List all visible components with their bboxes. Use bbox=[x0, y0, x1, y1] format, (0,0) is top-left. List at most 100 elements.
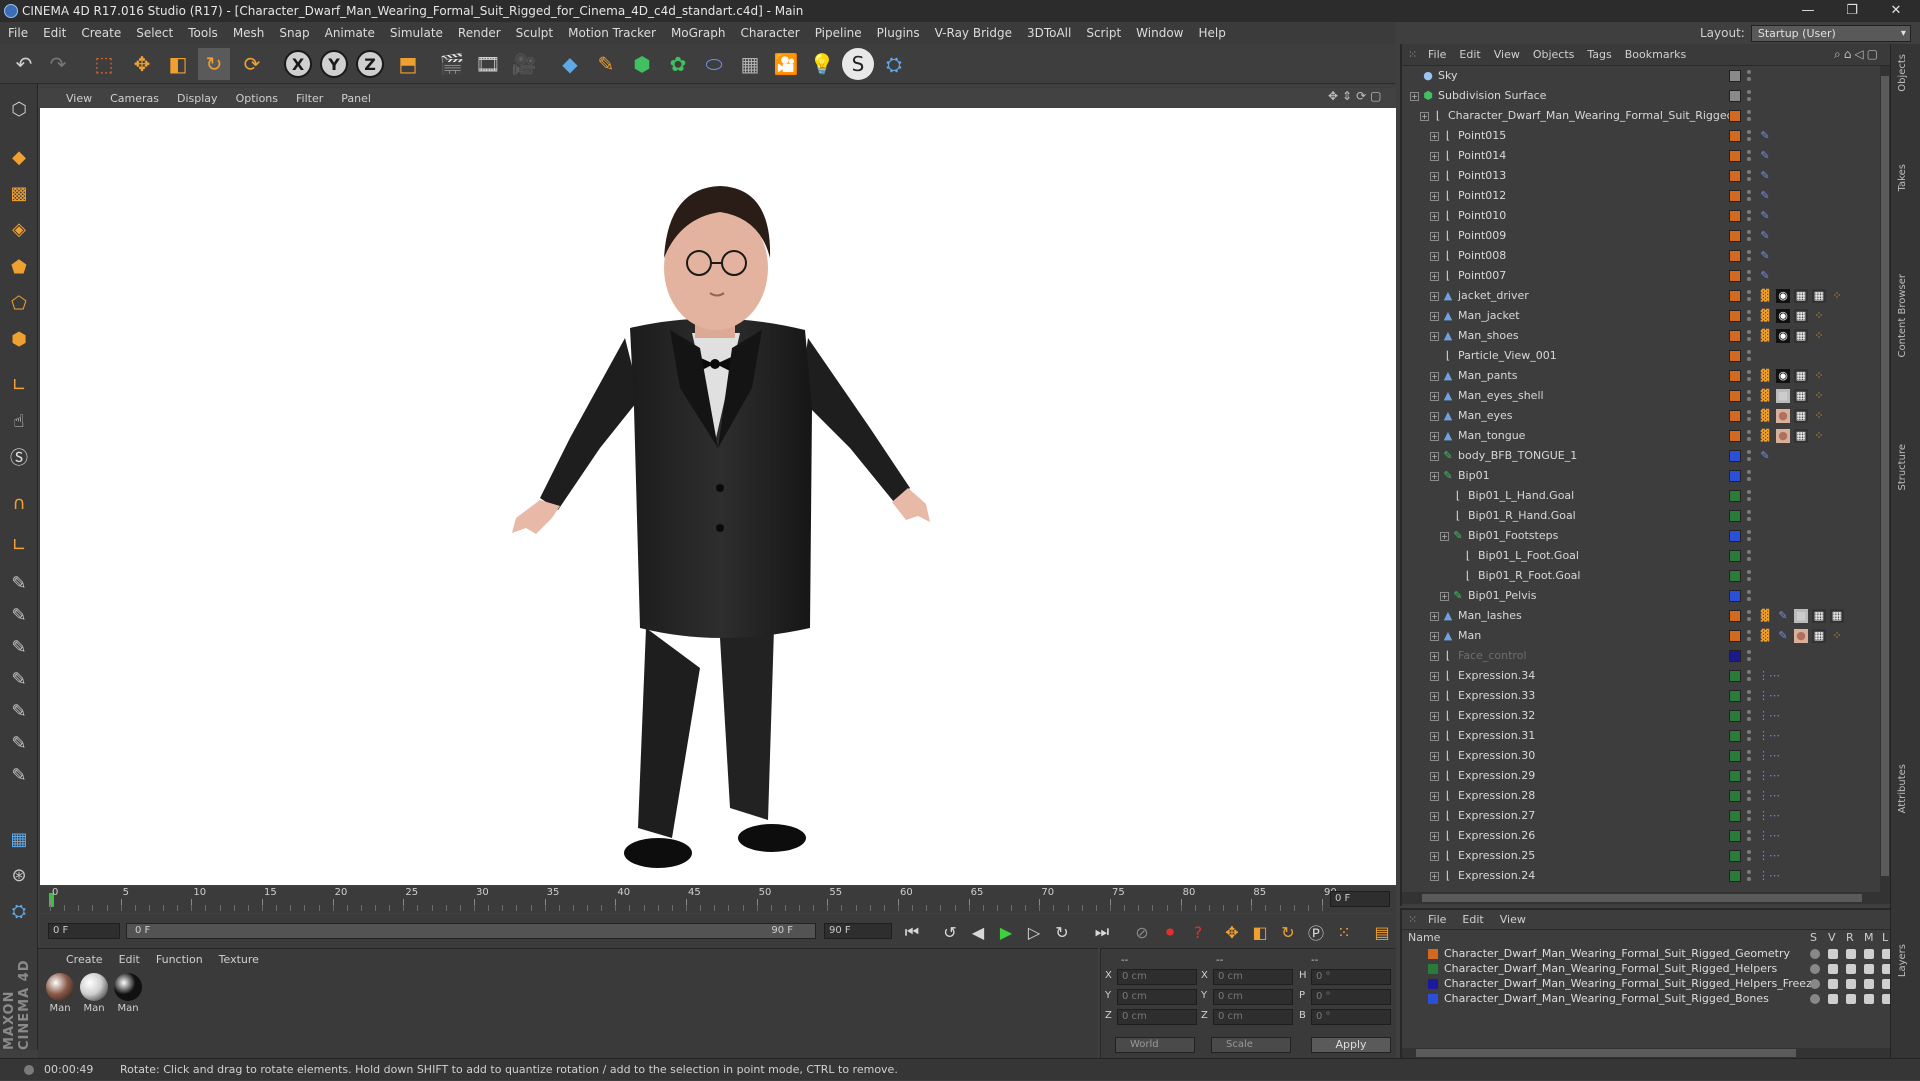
layer-color-icon[interactable] bbox=[1729, 150, 1741, 162]
object-row[interactable]: ● Sky bbox=[1402, 66, 1880, 86]
maximize-icon[interactable]: ❐ bbox=[1830, 0, 1874, 22]
tab-structure[interactable]: Structure bbox=[1897, 444, 1908, 491]
object-tag-icon[interactable]: ⋮⋯ bbox=[1758, 709, 1780, 723]
object-row[interactable]: + ▲ Man_jacket ▓ ◉ ▦ ⁘ bbox=[1402, 306, 1880, 326]
python-icon[interactable]: ⛭ bbox=[878, 48, 910, 80]
workplane-mode-icon[interactable]: ◈ bbox=[4, 214, 34, 244]
layer-color-icon[interactable] bbox=[1729, 590, 1741, 602]
sculpt-flatten-icon[interactable]: ✎ bbox=[4, 664, 34, 694]
object-menu-tags[interactable]: Tags bbox=[1587, 48, 1611, 61]
close-icon[interactable]: ✕ bbox=[1874, 0, 1918, 22]
object-tag-icon[interactable]: ✎ bbox=[1758, 229, 1772, 243]
menu-plugins[interactable]: Plugins bbox=[877, 26, 920, 40]
object-tag-icon[interactable]: ⁘ bbox=[1812, 309, 1826, 323]
object-name[interactable]: Expression.30 bbox=[1458, 746, 1535, 766]
layer-color-swatch[interactable] bbox=[1428, 949, 1438, 959]
coordinate-system-icon[interactable]: ⬒ bbox=[392, 48, 424, 80]
expand-toggle-icon[interactable]: + bbox=[1440, 592, 1449, 601]
cube-primitive-icon[interactable]: ◆ bbox=[554, 48, 586, 80]
layer-manager-icon[interactable] bbox=[1864, 964, 1874, 974]
layer-color-icon[interactable] bbox=[1729, 470, 1741, 482]
visibility-dots-icon[interactable] bbox=[1746, 409, 1752, 423]
object-row[interactable]: + ⌊ Point007 ✎ bbox=[1402, 266, 1880, 286]
layer-row[interactable]: Character_Dwarf_Man_Wearing_Formal_Suit_… bbox=[1406, 961, 1892, 976]
object-tag-icon[interactable]: ✎ bbox=[1758, 169, 1772, 183]
object-tag-icon[interactable]: ◉ bbox=[1776, 289, 1790, 303]
layer-color-icon[interactable] bbox=[1729, 270, 1741, 282]
visibility-dots-icon[interactable] bbox=[1746, 509, 1752, 523]
visibility-dots-icon[interactable] bbox=[1746, 369, 1752, 383]
object-name[interactable]: Character_Dwarf_Man_Wearing_Formal_Suit_… bbox=[1448, 106, 1734, 126]
visibility-dots-icon[interactable] bbox=[1746, 529, 1752, 543]
object-name[interactable]: Expression.24 bbox=[1458, 866, 1535, 886]
layer-color-icon[interactable] bbox=[1729, 230, 1741, 242]
undo-icon[interactable]: ↶ bbox=[8, 48, 40, 80]
layer-color-icon[interactable] bbox=[1729, 490, 1741, 502]
layer-color-icon[interactable] bbox=[1729, 310, 1741, 322]
snap-icon[interactable]: Ⓢ bbox=[4, 442, 34, 472]
layer-color-icon[interactable] bbox=[1729, 730, 1741, 742]
points-mode-icon[interactable]: ⬟ bbox=[4, 252, 34, 282]
object-row[interactable]: + ⌊ Expression.33 ⋮⋯ bbox=[1402, 686, 1880, 706]
autokey-icon[interactable]: ⏺ bbox=[1158, 920, 1182, 944]
expand-toggle-icon[interactable]: + bbox=[1430, 332, 1439, 341]
object-tag-icon[interactable]: ◉ bbox=[1776, 329, 1790, 343]
object-tag-icon[interactable]: ▦ bbox=[1812, 289, 1826, 303]
texture-mode-icon[interactable]: ▩ bbox=[4, 178, 34, 208]
layer-color-icon[interactable] bbox=[1729, 710, 1741, 722]
expand-toggle-icon[interactable]: + bbox=[1430, 232, 1439, 241]
edges-mode-icon[interactable]: ⬠ bbox=[4, 288, 34, 318]
previous-frame-icon[interactable]: ◀ bbox=[966, 920, 990, 944]
object-name[interactable]: Bip01_R_Foot.Goal bbox=[1478, 566, 1580, 586]
menu-file[interactable]: File bbox=[8, 26, 28, 40]
timeline-window-icon[interactable]: ▤ bbox=[1370, 920, 1394, 944]
object-row[interactable]: + ▲ Man_tongue ▓ ● ▦ ⁘ bbox=[1402, 426, 1880, 446]
layer-hscrollbar[interactable] bbox=[1402, 1048, 1890, 1058]
next-frame-icon[interactable]: ▷ bbox=[1022, 920, 1046, 944]
end-frame-field[interactable]: 90 F bbox=[824, 923, 892, 939]
coord-value-field[interactable]: 0 cm bbox=[1213, 969, 1293, 985]
spline-pen-icon[interactable]: ✎ bbox=[590, 48, 622, 80]
menu-animate[interactable]: Animate bbox=[325, 26, 375, 40]
layer-color-icon[interactable] bbox=[1729, 830, 1741, 842]
visibility-dots-icon[interactable] bbox=[1746, 389, 1752, 403]
object-tag-icon[interactable]: ✎ bbox=[1776, 629, 1790, 643]
key-position-icon[interactable]: ✥ bbox=[1220, 920, 1244, 944]
layer-color-icon[interactable] bbox=[1729, 90, 1741, 102]
visibility-dots-icon[interactable] bbox=[1746, 349, 1752, 363]
expand-toggle-icon[interactable]: + bbox=[1430, 652, 1439, 661]
visibility-dots-icon[interactable] bbox=[1746, 469, 1752, 483]
object-tag-icon[interactable]: ▓ bbox=[1758, 389, 1772, 403]
expand-toggle-icon[interactable]: + bbox=[1440, 532, 1449, 541]
tab-objects[interactable]: Objects bbox=[1897, 54, 1908, 92]
visibility-dots-icon[interactable] bbox=[1746, 749, 1752, 763]
object-tag-icon[interactable]: ▓ bbox=[1758, 289, 1772, 303]
object-row[interactable]: + ▲ Man_lashes ▓ ✎ ■ ▦ ▦ bbox=[1402, 606, 1880, 626]
object-row[interactable]: + ▲ Man_shoes ▓ ◉ ▦ ⁘ bbox=[1402, 326, 1880, 346]
expand-toggle-icon[interactable]: + bbox=[1430, 272, 1439, 281]
sculpt-inflate-icon[interactable]: ✎ bbox=[4, 696, 34, 726]
material-menu-edit[interactable]: Edit bbox=[119, 953, 140, 966]
object-tag-icon[interactable]: ⋮⋯ bbox=[1758, 809, 1780, 823]
coord-value-field[interactable]: 0 ° bbox=[1311, 1009, 1391, 1025]
panel-grip-icon[interactable]: ⁙ bbox=[1408, 48, 1417, 61]
object-name[interactable]: Point009 bbox=[1458, 226, 1506, 246]
object-tag-icon[interactable]: ✎ bbox=[1758, 269, 1772, 283]
object-tag-icon[interactable]: ▦ bbox=[1794, 389, 1808, 403]
move-icon[interactable]: ✥ bbox=[126, 48, 158, 80]
layer-menu-view[interactable]: View bbox=[1500, 913, 1526, 926]
expand-toggle-icon[interactable]: + bbox=[1430, 672, 1439, 681]
visibility-dots-icon[interactable] bbox=[1746, 869, 1752, 883]
object-tag-icon[interactable]: ⋮⋯ bbox=[1758, 849, 1780, 863]
expand-toggle-icon[interactable]: + bbox=[1430, 292, 1439, 301]
material-swatch[interactable]: Man bbox=[112, 973, 144, 1014]
menu-sculpt[interactable]: Sculpt bbox=[516, 26, 553, 40]
keyframe-selection-icon[interactable]: ? bbox=[1186, 920, 1210, 944]
visibility-dots-icon[interactable] bbox=[1746, 589, 1752, 603]
visibility-dots-icon[interactable] bbox=[1746, 709, 1752, 723]
expand-toggle-icon[interactable]: + bbox=[1430, 132, 1439, 141]
object-name[interactable]: Point015 bbox=[1458, 126, 1506, 146]
object-row[interactable]: + ⌊ Point008 ✎ bbox=[1402, 246, 1880, 266]
coord-value-field[interactable]: 0 ° bbox=[1311, 989, 1391, 1005]
menu-snap[interactable]: Snap bbox=[279, 26, 309, 40]
